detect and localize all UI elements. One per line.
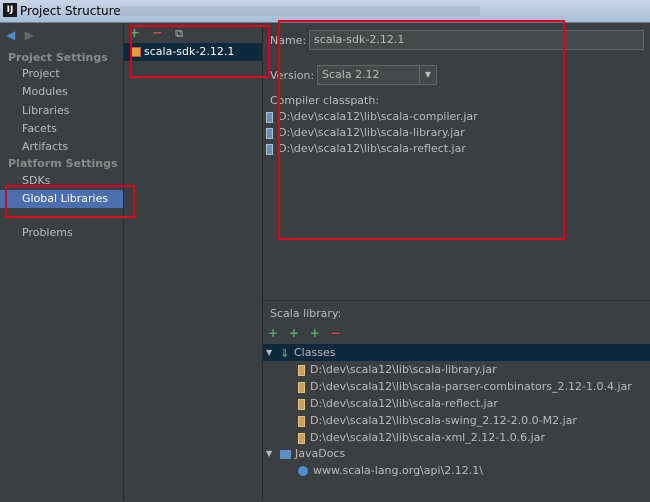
add-icon[interactable]: + xyxy=(268,326,278,340)
forward-arrow-icon[interactable]: ▶ xyxy=(25,28,34,42)
platform-settings-header: Platform Settings xyxy=(8,157,118,170)
jar-icon xyxy=(298,381,305,393)
class-jar-label: D:\dev\scala12\lib\scala-swing_2.12-2.0.… xyxy=(310,414,577,427)
class-jar-node: D:\dev\scala12\lib\scala-parser-combinat… xyxy=(298,378,632,395)
jar-icon xyxy=(298,432,305,444)
classpath-item-label: D:\dev\scala12\lib\scala-library.jar xyxy=(278,126,465,139)
expand-arrow-icon[interactable]: ▼ xyxy=(266,445,272,462)
jar-icon xyxy=(298,364,305,376)
scala-sdk-icon xyxy=(130,47,141,57)
library-item-label: scala-sdk-2.12.1 xyxy=(144,45,235,58)
class-jar-node: D:\dev\scala12\lib\scala-reflect.jar xyxy=(298,395,498,412)
tree-node-javadocs[interactable]: ▼ JavaDocs xyxy=(263,445,650,462)
blurred-title-path xyxy=(120,6,480,16)
classpath-item-label: D:\dev\scala12\lib\scala-reflect.jar xyxy=(278,142,466,155)
class-jar-label: D:\dev\scala12\lib\scala-parser-combinat… xyxy=(310,380,632,393)
back-arrow-icon[interactable]: ◀ xyxy=(6,28,15,42)
nav-item-facets[interactable]: Facets xyxy=(0,120,123,138)
version-value: Scala 2.12 xyxy=(322,68,380,81)
version-select[interactable]: Scala 2.12 ▼ xyxy=(317,65,437,85)
tree-row[interactable]: D:\dev\scala12\lib\scala-xml_2.12-1.0.6.… xyxy=(263,429,650,446)
jar-icon xyxy=(266,127,273,139)
tree-row[interactable]: D:\dev\scala12\lib\scala-swing_2.12-2.0.… xyxy=(263,412,650,429)
javadoc-url-node: www.scala-lang.org\api\2.12.1\ xyxy=(298,462,483,479)
scala-library-pane: Scala library: + + + − ▼ ⇓ Classes D:\dev… xyxy=(263,300,650,502)
nav-item-project[interactable]: Project xyxy=(0,65,123,83)
class-jar-node: D:\dev\scala12\lib\scala-xml_2.12-1.0.6.… xyxy=(298,429,545,446)
add-icon[interactable]: + xyxy=(129,26,140,41)
library-list-pane: + − ⧉ scala-sdk-2.12.1 xyxy=(124,23,263,501)
classes-node: ⇓ Classes xyxy=(280,344,335,361)
jar-icon xyxy=(298,398,305,410)
tree-row[interactable]: D:\dev\scala12\lib\scala-reflect.jar xyxy=(263,395,650,412)
class-jar-label: D:\dev\scala12\lib\scala-xml_2.12-1.0.6.… xyxy=(310,431,546,444)
nav-item-libraries[interactable]: Libraries xyxy=(0,102,123,120)
remove-icon[interactable]: − xyxy=(331,326,341,340)
nav-item-artifacts[interactable]: Artifacts xyxy=(0,138,123,156)
nav-item-problems[interactable]: Problems xyxy=(0,224,123,242)
tree-row[interactable]: D:\dev\scala12\lib\scala-parser-combinat… xyxy=(263,378,650,395)
library-item-scala-sdk[interactable]: scala-sdk-2.12.1 xyxy=(124,43,262,61)
nav-item-modules[interactable]: Modules xyxy=(0,83,123,101)
add-doc-icon[interactable]: + xyxy=(310,326,320,340)
jar-icon xyxy=(266,143,273,155)
globe-icon xyxy=(298,466,308,476)
intellij-app-icon: IJ xyxy=(3,3,17,17)
add-class-icon[interactable]: + xyxy=(289,326,299,340)
class-jar-label: D:\dev\scala12\lib\scala-library.jar xyxy=(310,363,497,376)
remove-icon[interactable]: − xyxy=(152,26,163,41)
copy-icon[interactable]: ⧉ xyxy=(175,27,183,40)
classes-label: Classes xyxy=(294,346,336,359)
class-jar-node: D:\dev\scala12\lib\scala-library.jar xyxy=(298,361,497,378)
library-toolbar: + − ⧉ xyxy=(129,26,183,41)
javadocs-label: JavaDocs xyxy=(295,447,346,460)
nav-item-global-libraries[interactable]: Global Libraries xyxy=(0,190,123,208)
jar-icon xyxy=(266,111,273,123)
nav-buttons: ◀ ▶ xyxy=(6,28,40,42)
tree-row[interactable]: D:\dev\scala12\lib\scala-library.jar xyxy=(263,361,650,378)
scala-library-label: Scala library: xyxy=(270,307,342,320)
classpath-item[interactable]: D:\dev\scala12\lib\scala-reflect.jar xyxy=(266,141,466,157)
class-jar-node: D:\dev\scala12\lib\scala-swing_2.12-2.0.… xyxy=(298,412,577,429)
classpath-item-label: D:\dev\scala12\lib\scala-compiler.jar xyxy=(278,110,478,123)
nav-item-sdks[interactable]: SDKs xyxy=(0,172,123,190)
jar-icon xyxy=(298,415,305,427)
name-label: Name: xyxy=(270,34,307,47)
compiler-classpath-label: Compiler classpath: xyxy=(270,94,380,107)
classpath-item[interactable]: D:\dev\scala12\lib\scala-compiler.jar xyxy=(266,109,478,125)
project-settings-header: Project Settings xyxy=(8,51,108,64)
tree-node-classes[interactable]: ▼ ⇓ Classes xyxy=(263,344,650,361)
classpath-item[interactable]: D:\dev\scala12\lib\scala-library.jar xyxy=(266,125,465,141)
left-nav-pane: ◀ ▶ Project Settings Project Modules Lib… xyxy=(0,23,124,501)
class-jar-label: D:\dev\scala12\lib\scala-reflect.jar xyxy=(310,397,498,410)
expand-arrow-icon[interactable]: ▼ xyxy=(266,344,272,361)
chevron-down-icon[interactable]: ▼ xyxy=(419,66,436,84)
javadoc-url-label: www.scala-lang.org\api\2.12.1\ xyxy=(313,464,483,477)
scala-library-toolbar: + + + − xyxy=(268,326,348,340)
name-field[interactable]: scala-sdk-2.12.1 xyxy=(309,30,644,50)
window-title: Project Structure xyxy=(20,4,121,18)
title-bar: IJ Project Structure xyxy=(0,0,650,23)
classes-icon: ⇓ xyxy=(280,346,290,360)
version-label: Version: xyxy=(270,69,315,82)
javadocs-node: JavaDocs xyxy=(280,445,345,462)
tree-row[interactable]: www.scala-lang.org\api\2.12.1\ xyxy=(263,462,650,479)
folder-icon xyxy=(280,449,291,459)
